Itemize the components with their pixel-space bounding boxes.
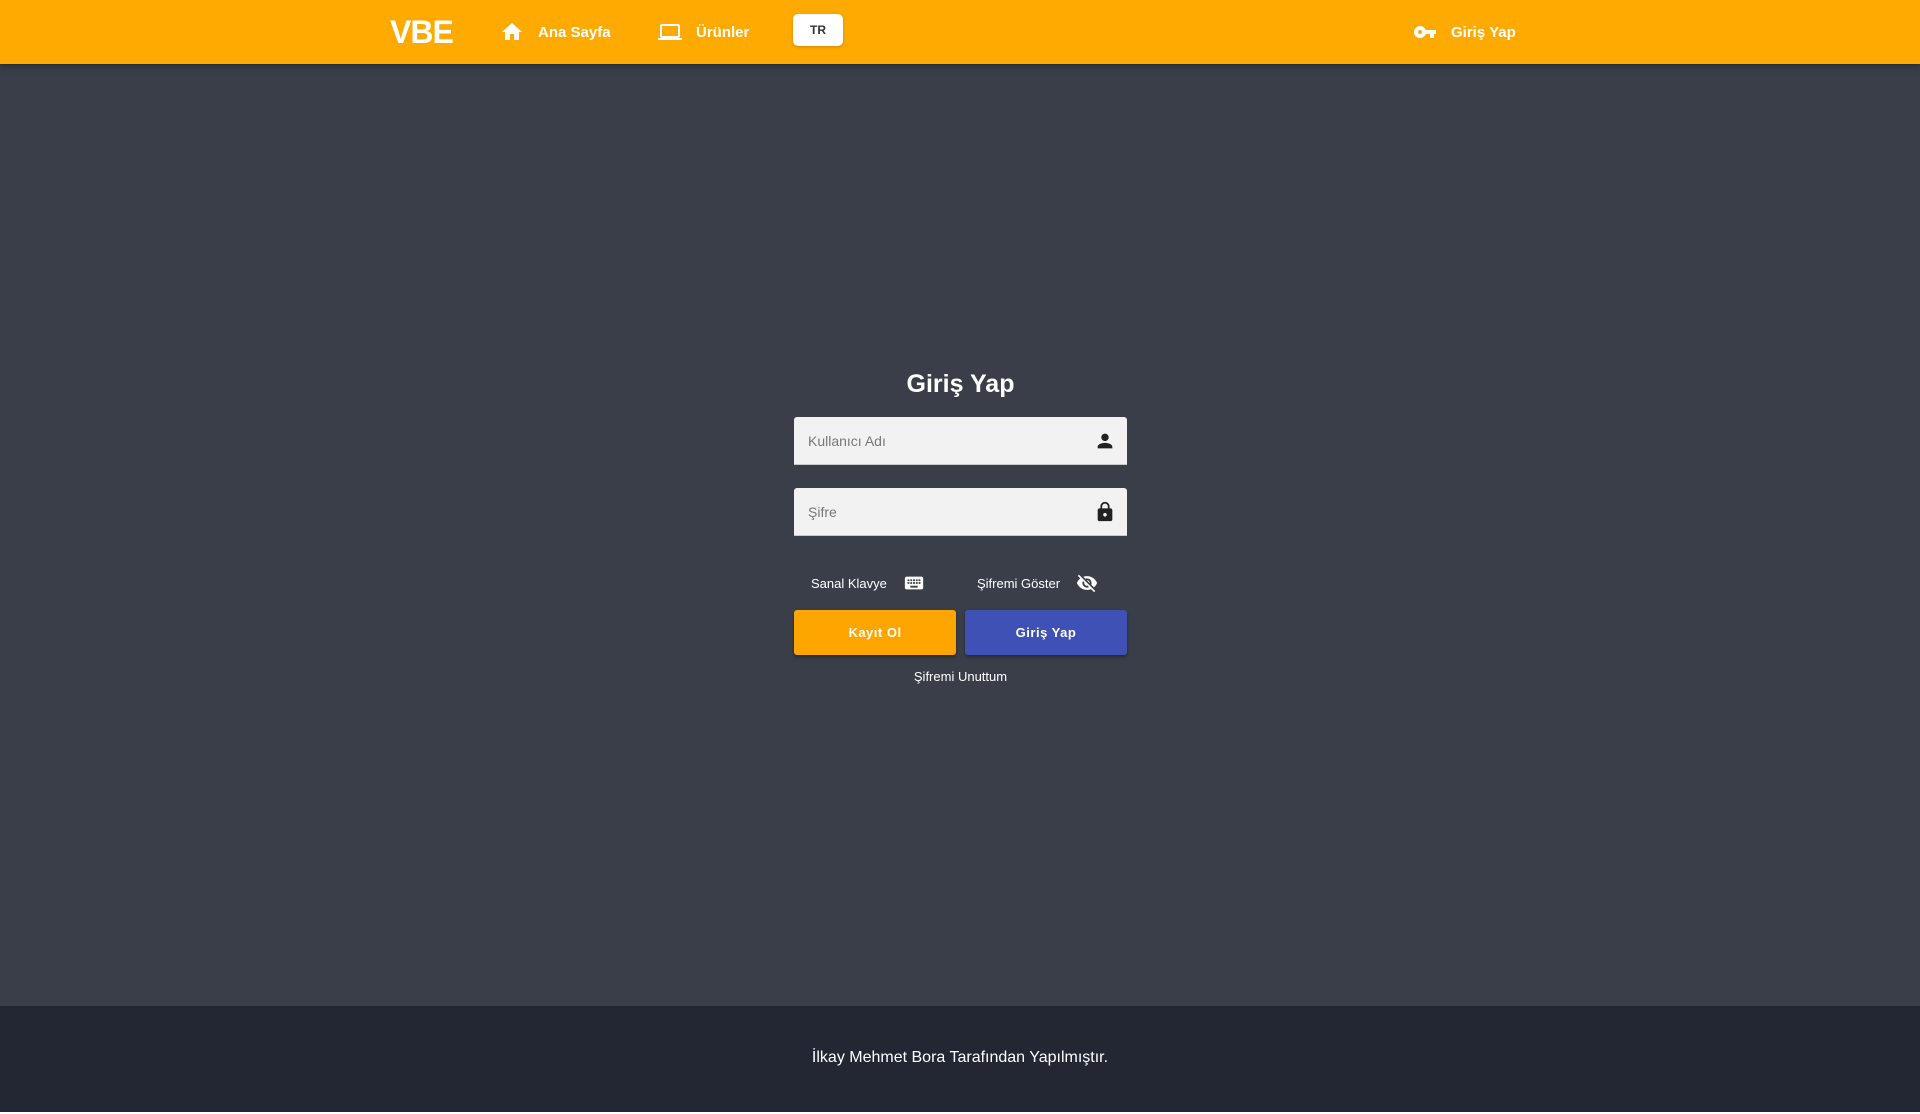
virtual-keyboard-label: Sanal Klavye [811,575,887,591]
nav-home-label: Ana Sayfa [538,23,611,41]
username-input[interactable] [794,417,1094,464]
person-icon [1097,433,1113,448]
forgot-password-link[interactable]: Şifremi Unuttum [794,669,1127,684]
page-scrollbar[interactable] [1906,64,1920,1006]
lock-icon [1097,501,1113,521]
page-footer: İlkay Mehmet Bora Tarafından Yapılmıştır… [0,1006,1920,1114]
language-button[interactable]: TR [793,14,843,46]
username-field-container [794,417,1127,465]
nav-home-link[interactable]: Ana Sayfa [500,0,611,64]
home-icon [502,23,522,40]
nav-login-label: Giriş Yap [1451,23,1516,41]
key-icon [1414,26,1436,38]
show-password-toggle[interactable]: Şifremi Göster [977,571,1098,595]
brand-logo[interactable]: VBE [390,14,454,51]
password-input[interactable] [794,488,1094,535]
keyboard-icon [904,576,924,590]
register-button[interactable]: Kayıt Ol [794,610,956,655]
laptop-icon [658,24,682,40]
login-title: Giriş Yap [906,370,1015,398]
top-navbar: VBE Ana Sayfa Ürünler TR Giriş Yap [0,0,1920,64]
password-field-container [794,488,1127,536]
footer-credit: İlkay Mehmet Bora Tarafından Yapılmıştır… [811,1049,1109,1066]
nav-login-link[interactable]: Giriş Yap [1413,0,1516,64]
login-button[interactable]: Giriş Yap [965,610,1127,655]
eye-off-icon [1076,574,1098,593]
virtual-keyboard-toggle[interactable]: Sanal Klavye [811,571,925,595]
nav-products-label: Ürünler [696,23,750,41]
nav-products-link[interactable]: Ürünler [658,0,749,64]
show-password-label: Şifremi Göster [977,575,1061,591]
